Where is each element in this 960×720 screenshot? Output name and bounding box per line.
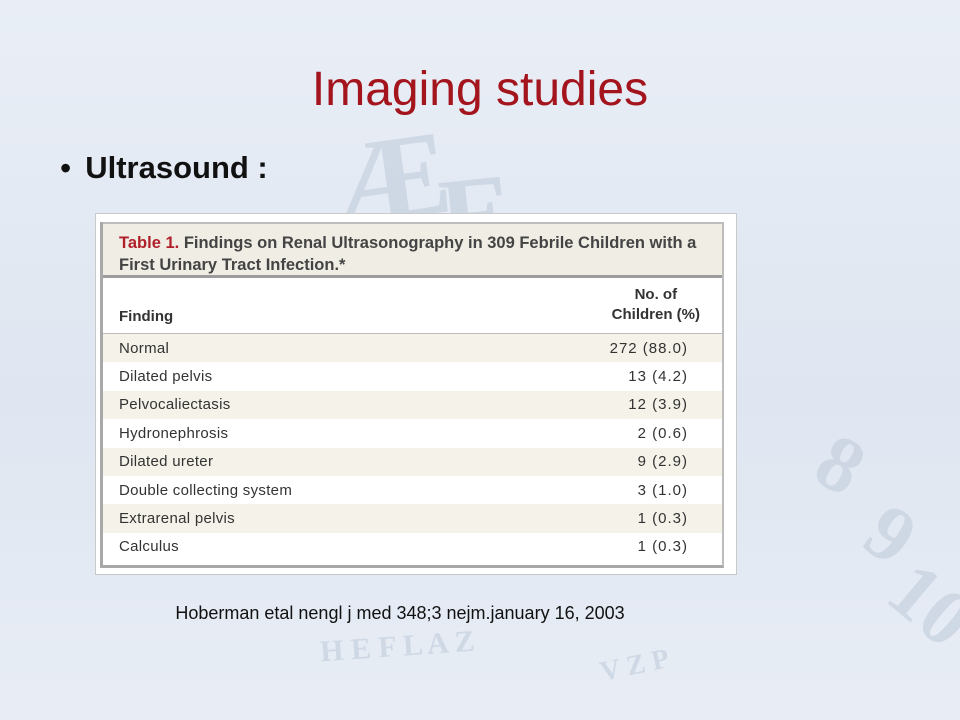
column-header-count: No. of Children (%) xyxy=(612,285,700,325)
count-cell: 13 (4.2) xyxy=(628,368,688,386)
table-row: Pelvocaliectasis 12 (3.9) xyxy=(103,390,722,420)
finding-cell: Normal xyxy=(119,339,170,357)
finding-cell: Pelvocaliectasis xyxy=(119,396,231,414)
count-cell: 1 (0.3) xyxy=(637,538,688,556)
table-row: Dilated ureter 9 (2.9) xyxy=(103,447,722,476)
finding-cell: Double collecting system xyxy=(119,481,293,499)
count-cell: 3 (1.0) xyxy=(637,481,688,499)
count-cell: 1 (0.3) xyxy=(637,510,688,528)
finding-cell: Hydronephrosis xyxy=(119,424,229,442)
table-caption: Table 1. Findings on Renal Ultrasonograp… xyxy=(103,222,722,278)
finding-cell: Dilated ureter xyxy=(119,453,214,471)
table-body: Normal 272 (88.0) Dilated pelvis 13 (4.2… xyxy=(103,334,722,562)
table-caption-text: Findings on Renal Ultrasonography in 309… xyxy=(119,234,697,274)
table-row: Normal 272 (88.0) xyxy=(103,334,722,363)
table-row: Dilated pelvis 13 (4.2) xyxy=(103,362,722,391)
bullet-text: Ultrasound : xyxy=(85,150,268,185)
finding-cell: Extrarenal pelvis xyxy=(119,510,235,528)
slide-title: Imaging studies xyxy=(311,63,649,116)
findings-table: Table 1. Findings on Renal Ultrasonograp… xyxy=(100,222,724,568)
finding-cell: Dilated pelvis xyxy=(119,368,213,386)
count-cell: 2 (0.6) xyxy=(637,424,688,442)
table-row: Hydronephrosis 2 (0.6) xyxy=(103,419,722,448)
column-header-count-line2: Children (%) xyxy=(611,306,700,323)
finding-cell: Calculus xyxy=(119,538,179,556)
count-cell: 12 (3.9) xyxy=(628,396,688,414)
count-cell: 272 (88.0) xyxy=(609,339,688,357)
bullet-dot-icon: • xyxy=(60,150,72,186)
table-row: Extrarenal pelvis 1 (0.3) xyxy=(103,504,722,533)
column-header-count-line1: No. of xyxy=(634,286,678,303)
bullet-item: • Ultrasound : xyxy=(60,150,268,186)
table-caption-label: Table 1. xyxy=(119,234,180,252)
count-cell: 9 (2.9) xyxy=(637,453,688,471)
findings-table-image: Table 1. Findings on Renal Ultrasonograp… xyxy=(96,214,736,574)
table-header-row: Finding No. of Children (%) xyxy=(103,278,722,334)
column-header-finding: Finding xyxy=(119,308,174,325)
citation-text: Hoberman etal nengl j med 348;3 nejm.jan… xyxy=(175,603,625,623)
table-row: Double collecting system 3 (1.0) xyxy=(103,475,722,505)
table-row: Calculus 1 (0.3) xyxy=(103,532,722,562)
